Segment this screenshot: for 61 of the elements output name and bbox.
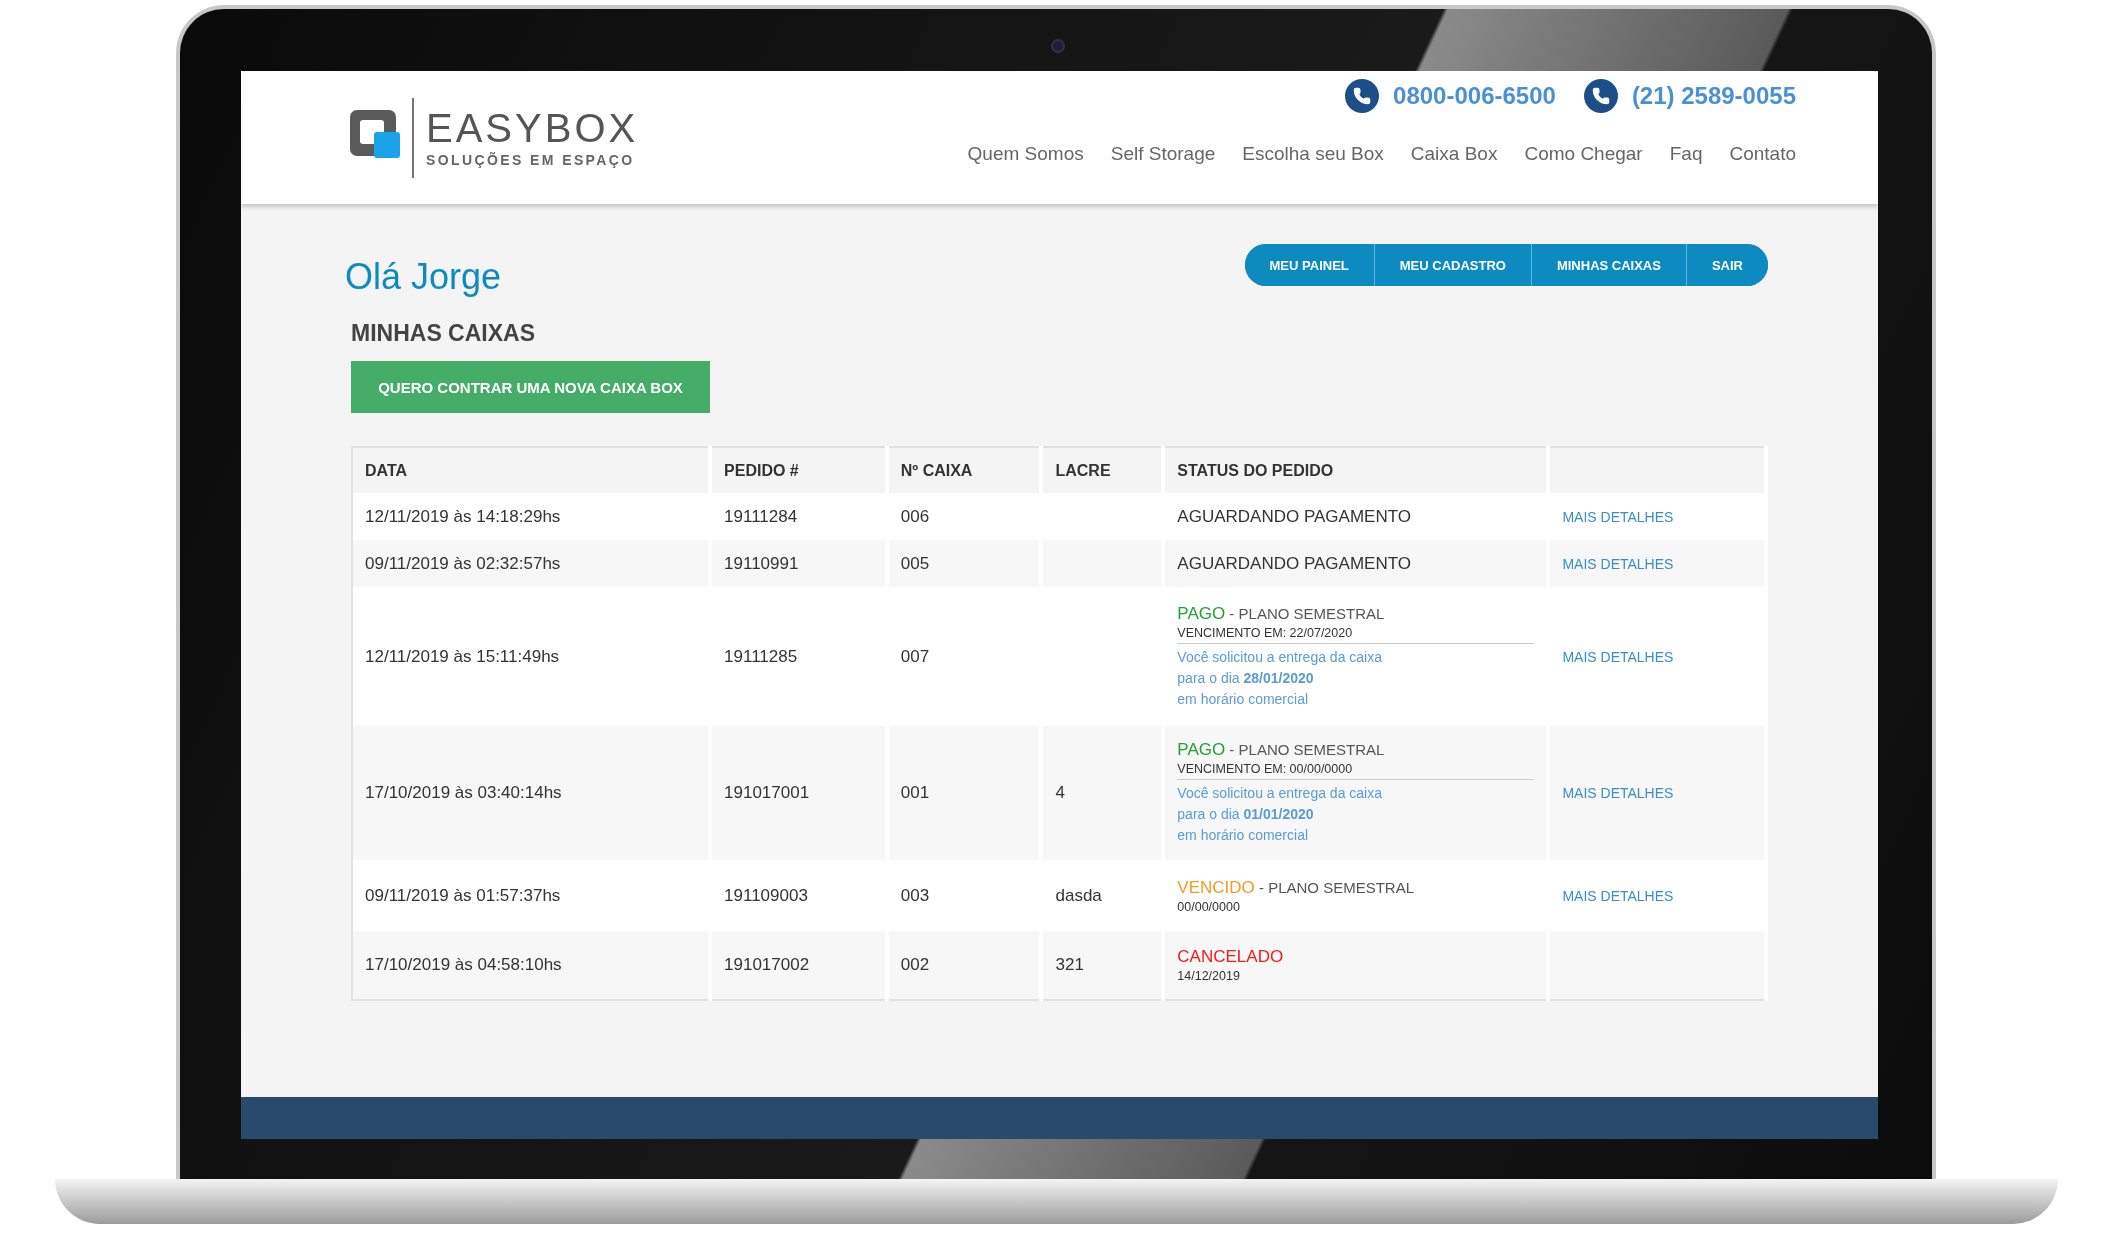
table-cell: 001 — [900, 783, 930, 802]
table-cell: 006 — [900, 506, 930, 526]
details-link[interactable]: MAIS DETALHES — [1562, 785, 1674, 801]
phone-icon — [1345, 79, 1380, 113]
status-text: AGUARDANDO PAGAMENTO — [1177, 506, 1411, 526]
due-date: VENCIMENTO EM: 00/00/0000 — [1177, 762, 1354, 776]
column-header: Nº CAIXA — [886, 447, 1042, 493]
nav-link[interactable]: Caixa Box — [1410, 143, 1498, 165]
table-cell: 002 — [900, 955, 930, 974]
status-label: PAGO - PLANO SEMESTRAL — [1177, 740, 1386, 760]
nav-link[interactable]: Escolha seu Box — [1242, 143, 1384, 165]
table-cell: 17/10/2019 às 04:58:10hs — [365, 955, 562, 974]
logo-name: EASYBOX — [426, 107, 639, 148]
table-cell: 19111284 — [724, 506, 798, 526]
phone-number: 0800-006-6500 — [1393, 82, 1556, 110]
nav-link[interactable]: Self Storage — [1110, 143, 1216, 165]
table-cell: 191109003 — [724, 885, 808, 905]
status-label: VENCIDO - PLANO SEMESTRAL — [1177, 877, 1415, 898]
table-cell: 191017002 — [724, 955, 810, 974]
table-cell: 19110991 — [724, 553, 799, 573]
table-cell: 09/11/2019 às 02:32:57hs — [365, 553, 561, 573]
due-date: VENCIMENTO EM: 22/07/2020 — [1177, 625, 1354, 640]
table-cell: 191017001 — [724, 783, 810, 802]
camera-icon — [1051, 39, 1065, 53]
nav-link[interactable]: Faq — [1669, 143, 1703, 165]
details-link[interactable]: MAIS DETALHES — [1562, 887, 1674, 904]
column-header: PEDIDO # — [710, 447, 887, 493]
table-cell: 321 — [1055, 955, 1084, 974]
status-label: CANCELADO — [1177, 947, 1285, 967]
table-cell: 12/11/2019 às 14:18:29hs — [365, 506, 561, 526]
phone-number: (21) 2589-0055 — [1631, 82, 1796, 110]
details-link[interactable]: MAIS DETALHES — [1562, 648, 1674, 665]
details-link[interactable]: MAIS DETALHES — [1562, 555, 1674, 572]
details-link[interactable]: MAIS DETALHES — [1562, 508, 1674, 525]
table-cell: 17/10/2019 às 03:40:14hs — [365, 783, 562, 802]
table-cell: dasda — [1055, 885, 1102, 905]
status-label: PAGO - PLANO SEMESTRAL — [1177, 603, 1386, 624]
greeting: Olá Jorge — [345, 256, 502, 298]
table-cell: 4 — [1055, 783, 1065, 802]
table-cell: 12/11/2019 às 15:11:49hs — [365, 646, 560, 666]
nav-link[interactable]: Contato — [1729, 143, 1796, 165]
phone-icon — [1583, 79, 1618, 113]
table-cell: 005 — [900, 553, 930, 573]
logo-tagline: SOLUÇÕES EM ESPAÇO — [426, 151, 636, 168]
section-title: MINHAS CAIXAS — [351, 320, 536, 347]
due-date: 00/00/0000 — [1177, 899, 1241, 914]
column-header: DATA — [352, 447, 711, 493]
table-cell: 19111285 — [724, 646, 798, 666]
status-text: AGUARDANDO PAGAMENTO — [1177, 553, 1411, 573]
new-box-button[interactable]: QUERO CONTRAR UMA NOVA CAIXA BOX — [351, 361, 710, 413]
delivery-note: Você solicitou a entrega da caixa para o dia 28/01/2020 em horário comercial — [1177, 647, 1384, 709]
delivery-note: Você solicitou a entrega da caixa para o dia 01/01/2020 em horário comercial — [1177, 784, 1384, 845]
column-header: LACRE — [1041, 447, 1164, 493]
nav-link[interactable]: Como Chegar — [1524, 143, 1643, 165]
due-date: 14/12/2019 — [1177, 969, 1241, 983]
column-header: STATUS DO PEDIDO — [1163, 447, 1549, 493]
table-cell: 09/11/2019 às 01:57:37hs — [365, 885, 561, 905]
nav-link[interactable]: Quem Somos — [967, 143, 1084, 165]
account-menu-button[interactable]: SAIR — [1685, 244, 1768, 286]
table-cell: 007 — [900, 646, 930, 666]
table-cell: 003 — [900, 885, 930, 905]
